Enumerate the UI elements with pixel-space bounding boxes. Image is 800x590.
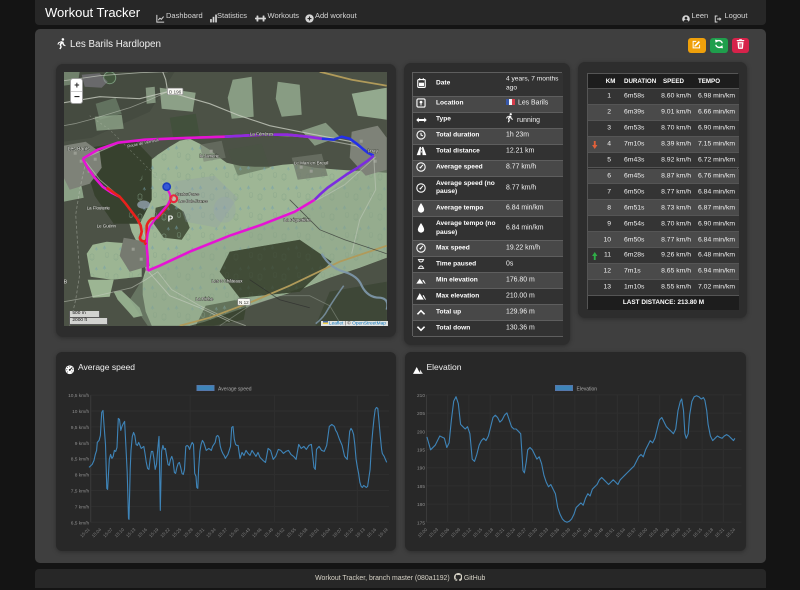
svg-text:16:15: 16:15 — [691, 526, 703, 538]
svg-text:8,5 km/h: 8,5 km/h — [71, 456, 90, 462]
svg-text:16:04: 16:04 — [320, 526, 332, 538]
svg-text:15:42: 15:42 — [570, 526, 582, 538]
svg-text:Les 3 Châteaux: Les 3 Châteaux — [212, 278, 244, 283]
svg-text:15:45: 15:45 — [581, 526, 593, 538]
svg-text:Le Guérin: Le Guérin — [97, 223, 117, 228]
svg-text:15:48: 15:48 — [592, 526, 604, 538]
svg-text:Les Barils: Les Barils — [68, 146, 90, 152]
svg-text:la Jamerie: la Jamerie — [200, 153, 220, 158]
svg-text:16:19: 16:19 — [377, 526, 389, 538]
svg-text:16:07: 16:07 — [331, 526, 343, 538]
svg-text:6,5 km/h: 6,5 km/h — [71, 520, 90, 526]
svg-text:Les Bois-Francs: Les Bois-Francs — [179, 198, 208, 203]
svg-text:La Flouterie: La Flouterie — [87, 205, 111, 210]
svg-text:15:18: 15:18 — [482, 526, 494, 538]
svg-text:15:36: 15:36 — [548, 526, 560, 538]
svg-text:15:34: 15:34 — [205, 526, 217, 538]
svg-text:10 km/h: 10 km/h — [72, 409, 89, 415]
svg-text:15:49: 15:49 — [263, 526, 275, 538]
svg-text:Le Man en Breuil: Le Man en Breuil — [294, 160, 329, 165]
svg-text:15:58: 15:58 — [297, 526, 309, 538]
svg-text:15:13: 15:13 — [125, 526, 137, 538]
svg-text:16:03: 16:03 — [647, 526, 659, 538]
svg-text:175: 175 — [416, 520, 424, 526]
svg-text:15:09: 15:09 — [449, 526, 461, 538]
svg-text:200: 200 — [416, 429, 424, 435]
svg-text:16:18: 16:18 — [702, 526, 714, 538]
svg-text:195: 195 — [416, 447, 424, 453]
svg-text:16:16: 16:16 — [366, 526, 378, 538]
svg-text:15:46: 15:46 — [251, 526, 263, 538]
svg-text:15:51: 15:51 — [603, 526, 615, 538]
svg-text:15:25: 15:25 — [171, 526, 183, 538]
svg-text:15:39: 15:39 — [559, 526, 571, 538]
svg-text:15:27: 15:27 — [515, 526, 527, 538]
svg-text:15:10: 15:10 — [114, 526, 126, 538]
svg-text:15:06: 15:06 — [438, 526, 450, 538]
svg-text:Center Parcs: Center Parcs — [176, 191, 199, 196]
svg-text:16:10: 16:10 — [343, 526, 355, 538]
svg-text:15:28: 15:28 — [182, 526, 194, 538]
svg-text:15:15: 15:15 — [471, 526, 483, 538]
svg-text:15:04: 15:04 — [91, 526, 103, 538]
svg-text:7,5 km/h: 7,5 km/h — [71, 488, 90, 494]
svg-text:15:43: 15:43 — [240, 526, 252, 538]
svg-text:La Férrères: La Férrères — [250, 131, 274, 136]
svg-text:205: 205 — [416, 411, 424, 417]
svg-text:16:06: 16:06 — [658, 526, 670, 538]
svg-text:15:37: 15:37 — [217, 526, 229, 538]
svg-text:180: 180 — [416, 502, 424, 508]
svg-text:15:19: 15:19 — [148, 526, 160, 538]
svg-text:La Piquetière: La Piquetière — [284, 217, 312, 222]
svg-text:Elevation: Elevation — [576, 386, 597, 392]
svg-text:15:21: 15:21 — [493, 526, 505, 538]
svg-text:190: 190 — [416, 465, 424, 471]
svg-text:16:13: 16:13 — [354, 526, 366, 538]
svg-text:15:30: 15:30 — [526, 526, 538, 538]
svg-text:15:00: 15:00 — [416, 526, 428, 538]
svg-text:15:31: 15:31 — [194, 526, 206, 538]
svg-text:Average speed: Average speed — [218, 386, 252, 392]
svg-text:La Riche: La Riche — [196, 296, 214, 301]
svg-text:185: 185 — [416, 483, 424, 489]
svg-text:16:00: 16:00 — [636, 526, 648, 538]
svg-text:16:12: 16:12 — [680, 526, 692, 538]
svg-text:15:12: 15:12 — [460, 526, 472, 538]
svg-text:7 km/h: 7 km/h — [75, 504, 90, 510]
svg-text:10,5 km/h: 10,5 km/h — [68, 393, 89, 399]
svg-text:15:24: 15:24 — [504, 526, 516, 538]
svg-text:P: P — [168, 214, 174, 223]
svg-text:D 196: D 196 — [169, 89, 182, 94]
svg-text:8 km/h: 8 km/h — [75, 472, 90, 478]
svg-text:16:01: 16:01 — [308, 526, 320, 538]
svg-text:15:40: 15:40 — [228, 526, 240, 538]
svg-text:9 km/h: 9 km/h — [75, 440, 90, 446]
svg-text:15:01: 15:01 — [79, 526, 91, 538]
svg-text:15:33: 15:33 — [537, 526, 549, 538]
svg-text:15:22: 15:22 — [159, 526, 171, 538]
svg-text:9,5 km/h: 9,5 km/h — [71, 424, 90, 430]
svg-text:15:57: 15:57 — [625, 526, 637, 538]
svg-text:16:09: 16:09 — [669, 526, 681, 538]
svg-text:16:24: 16:24 — [724, 526, 736, 538]
svg-text:15:52: 15:52 — [274, 526, 286, 538]
svg-text:N 12: N 12 — [239, 299, 249, 304]
svg-text:15:55: 15:55 — [286, 526, 298, 538]
svg-text:210: 210 — [416, 392, 424, 398]
svg-text:15:16: 15:16 — [137, 526, 149, 538]
svg-text:16:21: 16:21 — [713, 526, 725, 538]
svg-text:15:07: 15:07 — [102, 526, 114, 538]
svg-text:15:54: 15:54 — [614, 526, 626, 538]
svg-text:l’Hay: l’Hay — [368, 148, 379, 153]
svg-text:15:03: 15:03 — [427, 526, 439, 538]
